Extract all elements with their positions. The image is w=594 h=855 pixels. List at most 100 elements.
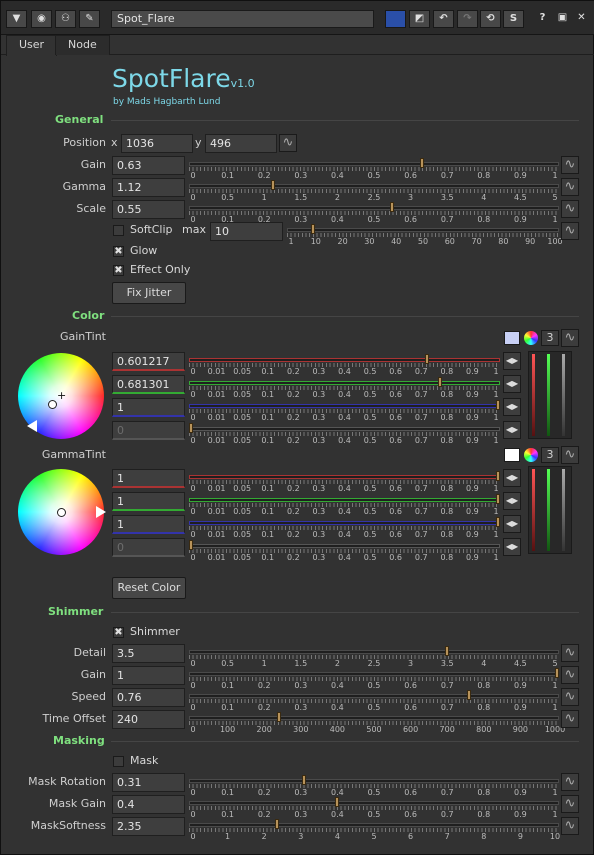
channel-arrows-icon[interactable]: ◀▶ [503,421,521,439]
animation-curve-icon[interactable]: ∿ [561,178,579,196]
gain-input[interactable]: 0.63 [112,156,185,175]
animation-curve-icon[interactable]: ∿ [279,134,297,152]
gammatint-channel-input[interactable]: 1 [112,492,185,511]
gamma-input[interactable]: 1.12 [112,178,185,197]
revert-icon[interactable]: ⟲ [480,10,501,28]
slider-track[interactable] [189,162,559,166]
animation-curve-icon[interactable]: ∿ [561,446,579,464]
animation-curve-icon[interactable]: ∿ [561,200,579,218]
wheel-cursor[interactable] [57,508,66,517]
channel-arrows-icon[interactable]: ◀▶ [503,352,521,370]
time-offset-input[interactable]: 240 [112,710,185,729]
slider-track[interactable] [189,475,500,479]
channel-count[interactable]: 3 [541,447,559,463]
channel-count[interactable]: 3 [541,330,559,346]
gaintint-channel-slider[interactable]: 0 0.01 0.05 0.1 0.2 0.3 0.4 0.5 0.6 0.7 0.8 0.9 1 [189,377,500,400]
slider-track[interactable] [189,779,559,783]
slider-handle[interactable] [276,712,281,722]
channel-arrows-icon[interactable]: ◀▶ [503,398,521,416]
scale-input[interactable]: 0.55 [112,200,185,219]
detail-slider[interactable]: 0 0.5 1 1.5 2 2.5 3 3.5 4 4.5 5 [189,646,559,669]
mask-gain-input[interactable]: 0.4 [112,795,185,814]
slider-track[interactable] [189,521,500,525]
position-y-input[interactable]: 496 [205,134,277,153]
color-picker-icon[interactable] [524,448,538,462]
slider-track[interactable] [189,358,500,362]
mask-checkbox[interactable] [113,756,124,767]
slider-handle[interactable] [496,494,500,504]
gammatint-channel-slider[interactable]: 0 0.01 0.05 0.1 0.2 0.3 0.4 0.5 0.6 0.7 0.8 0.9 1 [189,494,500,517]
gain-slider[interactable]: 0 0.1 0.2 0.3 0.4 0.5 0.6 0.7 0.8 0.9 1 [189,158,559,181]
animation-curve-icon[interactable]: ∿ [561,795,579,813]
gammatint-channel-input[interactable]: 1 [112,515,185,534]
gaintint-rgb-meter[interactable] [528,351,572,439]
channel-arrows-icon[interactable]: ◀▶ [503,469,521,487]
gammatint-swatch[interactable] [504,448,520,462]
slider-handle[interactable] [437,377,442,387]
s-icon[interactable]: S [503,10,524,28]
animation-curve-icon[interactable]: ∿ [561,644,579,662]
animation-curve-icon[interactable]: ∿ [561,222,579,240]
undo-icon[interactable]: ↶ [433,10,454,28]
redo-icon[interactable]: ↷ [457,10,478,28]
reset-color-button[interactable]: Reset Color [112,577,186,599]
softclip-max-input[interactable]: 10 [210,222,283,241]
animation-curve-icon[interactable]: ∿ [561,156,579,174]
mask-softness-input[interactable]: 2.35 [112,817,185,836]
animation-curve-icon[interactable]: ∿ [561,666,579,684]
gammatint-channel-slider[interactable]: 0 0.01 0.05 0.1 0.2 0.3 0.4 0.5 0.6 0.7 0.8 0.9 1 [189,471,500,494]
slider-handle[interactable] [275,819,279,829]
mask-rotation-input[interactable]: 0.31 [112,773,185,792]
gaintint-channel-slider[interactable]: 0 0.01 0.05 0.1 0.2 0.3 0.4 0.5 0.6 0.7 0.8 0.9 1 [189,400,500,423]
detail-input[interactable]: 3.5 [112,644,185,663]
tab-node[interactable]: Node [55,35,110,55]
gammatint-channel-slider[interactable]: 0 0.01 0.05 0.1 0.2 0.3 0.4 0.5 0.6 0.7 0.8 0.9 1 [189,540,500,563]
gaintint-channel-input[interactable]: 0 [112,421,185,440]
shimmer-gain-slider[interactable]: 0 0.1 0.2 0.3 0.4 0.5 0.6 0.7 0.8 0.9 1 [189,668,559,691]
wheel-value-arrow[interactable] [27,420,37,432]
slider-track[interactable] [287,228,559,232]
glow-checkbox[interactable]: ✖ [113,246,124,257]
channel-arrows-icon[interactable]: ◀▶ [503,538,521,556]
slider-track[interactable] [189,694,559,698]
slider-handle[interactable] [496,517,500,527]
slider-track[interactable] [189,184,559,188]
softclip-slider[interactable]: 1 10 20 30 40 50 60 70 80 90 100 [287,224,563,247]
slider-handle[interactable] [335,797,340,807]
channel-arrows-icon[interactable]: ◀▶ [503,492,521,510]
animation-curve-icon[interactable]: ∿ [561,773,579,791]
shimmer-checkbox[interactable]: ✖ [113,627,124,638]
gaintint-swatch[interactable] [504,331,520,345]
channel-arrows-icon[interactable]: ◀▶ [503,375,521,393]
close-icon[interactable]: ✕ [571,10,592,28]
shimmer-gain-input[interactable]: 1 [112,666,185,685]
mask-gain-slider[interactable]: 0 0.1 0.2 0.3 0.4 0.5 0.6 0.7 0.8 0.9 1 [189,797,559,820]
settings-icon[interactable]: ◉ [31,10,52,28]
float-icon[interactable]: ▣ [552,10,573,28]
slider-track[interactable] [189,650,559,654]
slider-handle[interactable] [390,202,395,212]
speed-slider[interactable]: 0 0.1 0.2 0.3 0.4 0.5 0.6 0.7 0.8 0.9 1 [189,690,559,713]
gaintint-channel-slider[interactable]: 0 0.01 0.05 0.1 0.2 0.3 0.4 0.5 0.6 0.7 0.8 0.9 1 [189,423,500,446]
color-swatch-icon[interactable] [385,10,406,28]
animation-curve-icon[interactable]: ∿ [561,817,579,835]
gamma-slider[interactable]: 0 0.5 1 1.5 2 2.5 3 3.5 4 4.5 5 [189,180,559,203]
slider-handle[interactable] [311,224,316,234]
slider-handle[interactable] [270,180,275,190]
effect-only-checkbox[interactable]: ✖ [113,265,124,276]
slider-track[interactable] [189,544,500,548]
gaintint-channel-input[interactable]: 0.601217 [112,352,185,371]
animation-curve-icon[interactable]: ∿ [561,688,579,706]
time-offset-slider[interactable]: 0 100 200 300 400 500 600 700 800 900 1000 [189,712,565,735]
slider-track[interactable] [189,498,500,502]
slider-track[interactable] [189,427,500,431]
help-icon[interactable]: ? [532,10,553,28]
color-picker-icon[interactable] [524,331,538,345]
animation-curve-icon[interactable]: ∿ [561,710,579,728]
node-graph-icon[interactable]: ⚇ [55,10,76,28]
slider-handle[interactable] [555,668,559,678]
position-x-input[interactable]: 1036 [121,134,193,153]
node-name-field[interactable]: Spot_Flare [111,10,374,28]
tab-user[interactable]: User [6,35,58,56]
slider-track[interactable] [189,716,559,720]
